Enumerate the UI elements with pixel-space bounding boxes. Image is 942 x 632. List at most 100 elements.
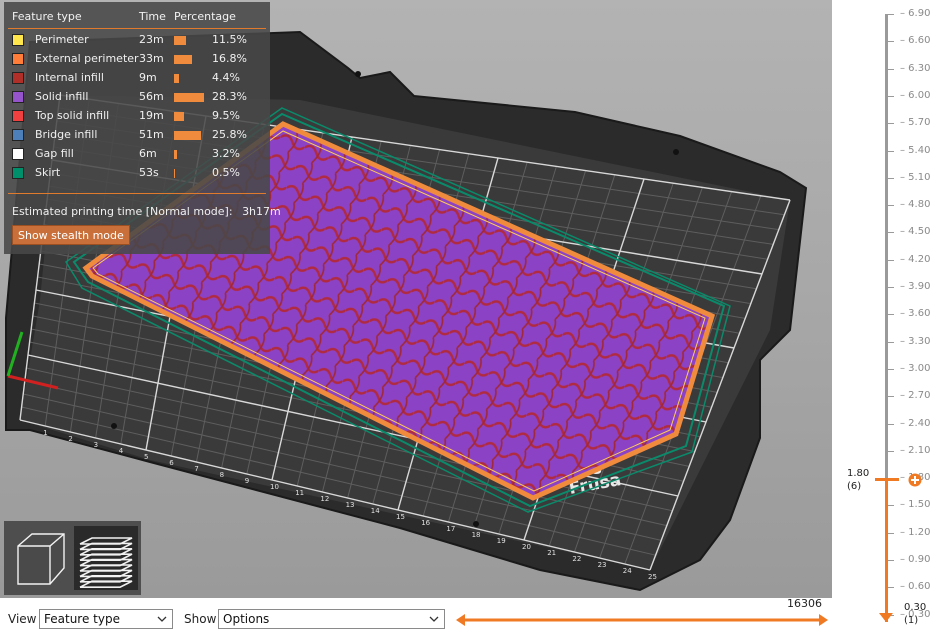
legend-percentage-bar: [174, 36, 187, 45]
lower-thumb-value: 0.30: [904, 602, 927, 613]
legend-feature-name: Gap fill: [35, 147, 74, 160]
layer-tick: [888, 450, 894, 452]
layer-tick-label: – 2.40: [900, 417, 931, 429]
layer-tick-label: – 5.10: [900, 171, 931, 183]
layer-tick: [888, 259, 894, 261]
layer-slider[interactable]: – 6.90 – 6.60 – 6.30 – 6.00 – 5.70 – 5.40 – 5.…: [832, 0, 942, 632]
legend-header-time: Time: [139, 10, 166, 23]
legend-percentage-bar: [174, 74, 179, 83]
layer-tick: [888, 423, 894, 425]
bed-x-axis-label: 19: [497, 537, 506, 545]
layer-tick-label: – 1.50: [900, 499, 931, 511]
bed-x-axis-label: 8: [220, 471, 224, 479]
bed-x-axis-label: 1: [43, 429, 47, 437]
layer-tick-label: – 4.80: [900, 199, 931, 211]
3d-viewport[interactable]: 1 2 3 4 5 6 7 8 9 10 11 12 13 14 15 16 17 18 19 20 21 22 23 24 2…: [0, 0, 832, 598]
move-slider-value: 16306: [787, 597, 822, 610]
layer-tick: [888, 68, 894, 70]
lower-thumb-arrow[interactable]: [879, 613, 893, 623]
layer-tick: [888, 287, 894, 288]
legend-percentage: 25.8%: [212, 128, 247, 141]
layer-slider-track-upper: [885, 14, 888, 480]
layer-tick: [888, 532, 894, 534]
legend-percentage: 4.4%: [212, 71, 240, 84]
bed-x-axis-label: 15: [396, 513, 405, 521]
legend-header-percentage: Percentage: [174, 10, 236, 23]
bed-x-axis-label: 5: [144, 453, 148, 461]
bed-x-axis-label: 9: [245, 477, 249, 485]
show-options-dropdown[interactable]: Options: [218, 609, 445, 629]
upper-thumb-value: 1.80: [847, 468, 870, 479]
layer-tick-label: – 0.90: [900, 554, 931, 565]
layer-view-button[interactable]: [74, 526, 138, 590]
legend-percentage-bar: [174, 131, 202, 140]
lower-thumb-index: (1): [904, 615, 919, 626]
legend-time: 56m: [139, 90, 164, 103]
mount-hole: [673, 149, 679, 155]
layer-tick: [888, 587, 894, 589]
legend-row: Bridge infill 51m 25.8%: [4, 126, 270, 145]
estimated-time-value: 3h17m: [242, 205, 281, 218]
layer-tick-label: – 4.20: [900, 253, 931, 265]
legend-divider: [8, 28, 266, 29]
legend-row: Perimeter 23m 11.5%: [4, 31, 270, 50]
layer-tick: [888, 14, 894, 15]
layer-slider-track-selected: [885, 480, 888, 622]
upper-thumb-index: (6): [847, 481, 862, 492]
legend-percentage: 3.2%: [212, 147, 240, 160]
legend-percentage-bar: [174, 112, 185, 121]
legend-color-swatch: [12, 167, 24, 179]
upper-thumb-line: [875, 478, 899, 481]
move-slider[interactable]: [456, 614, 828, 626]
view-type-value: Feature type: [44, 612, 120, 626]
layer-tick-label: – 3.00: [900, 362, 931, 374]
bed-x-axis-label: 13: [346, 501, 355, 509]
legend-percentage: 11.5%: [212, 33, 247, 46]
legend-time: 23m: [139, 33, 164, 46]
estimated-time: Estimated printing time [Normal mode]: 3…: [12, 205, 281, 218]
layer-tick: [888, 505, 894, 507]
layers-icon: [79, 537, 133, 589]
layer-tick: [888, 41, 894, 43]
legend-feature-name: Skirt: [35, 166, 61, 179]
legend-time: 53s: [139, 166, 159, 179]
legend-percentage: 16.8%: [212, 52, 247, 65]
legend-row: External perimeter 33m 16.8%: [4, 50, 270, 69]
move-slider-left-thumb[interactable]: [456, 614, 465, 626]
legend-row: Solid infill 56m 28.3%: [4, 88, 270, 107]
legend-percentage-bar: [174, 55, 192, 64]
legend-feature-name: Internal infill: [35, 71, 104, 84]
show-stealth-mode-button[interactable]: Show stealth mode: [12, 225, 130, 245]
legend-color-swatch: [12, 91, 24, 103]
view-toggle: [4, 521, 141, 595]
legend-percentage: 28.3%: [212, 90, 247, 103]
legend-feature-name: Bridge infill: [35, 128, 98, 141]
layer-tick-label: – 4.50: [900, 226, 931, 238]
chevron-down-icon: [157, 616, 167, 622]
model-view-button[interactable]: [8, 526, 72, 590]
move-slider-right-thumb[interactable]: [819, 614, 828, 626]
layer-tick-label: – 6.00: [900, 89, 931, 101]
upper-thumb-handle[interactable]: [907, 472, 923, 488]
cube-icon: [17, 533, 65, 585]
legend-time: 6m: [139, 147, 157, 160]
legend-time: 19m: [139, 109, 164, 122]
bed-x-axis-label: 2: [68, 435, 72, 443]
bed-x-axis-label: 25: [648, 573, 657, 581]
bed-x-axis-label: 7: [194, 465, 198, 473]
view-type-dropdown[interactable]: Feature type: [39, 609, 173, 629]
legend-percentage: 9.5%: [212, 109, 240, 122]
legend-divider: [8, 193, 266, 194]
bed-x-axis-label: 24: [623, 567, 632, 575]
legend-row: Internal infill 9m 4.4%: [4, 69, 270, 88]
layer-tick-label: – 6.90: [900, 8, 931, 19]
bed-x-axis-label: 18: [472, 531, 481, 539]
layer-tick-label: – 2.10: [900, 444, 931, 456]
legend-panel: Feature type Time Percentage Perimeter 23…: [4, 2, 281, 254]
layer-tick: [888, 232, 894, 234]
legend-color-swatch: [12, 110, 24, 122]
legend-row: Gap fill 6m 3.2%: [4, 145, 270, 164]
bed-x-axis-label: 4: [119, 447, 124, 455]
layer-tick-label: – 5.70: [900, 117, 931, 129]
legend-percentage-bar: [174, 150, 178, 159]
